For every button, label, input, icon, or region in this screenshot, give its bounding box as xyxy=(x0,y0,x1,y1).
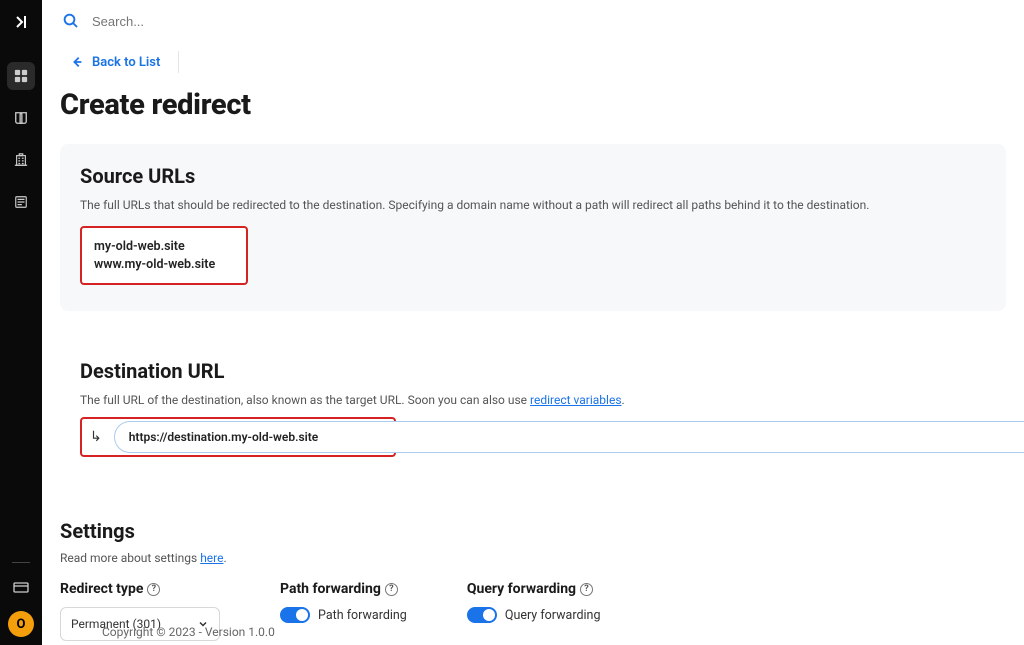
path-forwarding-toggle-text: Path forwarding xyxy=(318,608,407,623)
help-icon[interactable]: ? xyxy=(385,583,398,596)
sidebar: O xyxy=(0,0,42,645)
redirect-variables-link[interactable]: redirect variables xyxy=(530,393,621,407)
destination-url-input[interactable]: https://destination.my-old-web.site xyxy=(114,421,1024,453)
building-icon xyxy=(14,153,28,167)
sidebar-item-billing[interactable] xyxy=(9,575,33,599)
content: Create redirect Source URLs The full URL… xyxy=(42,82,1024,645)
newspaper-icon xyxy=(14,195,28,209)
sidebar-toggle[interactable] xyxy=(9,10,33,34)
query-forwarding-toggle[interactable] xyxy=(467,607,497,623)
sidebar-item-docs[interactable] xyxy=(7,104,35,132)
footer-text: Copyright © 2023 - Version 1.0.0 xyxy=(102,625,275,639)
sidebar-item-news[interactable] xyxy=(7,188,35,216)
sidebar-item-dashboard[interactable] xyxy=(7,62,35,90)
query-forwarding-toggle-row: Query forwarding xyxy=(467,607,601,623)
main: Back to List Create redirect Source URLs… xyxy=(42,0,1024,645)
page-title: Create redirect xyxy=(60,88,1006,122)
sidebar-item-infrastructure[interactable] xyxy=(7,146,35,174)
settings-help-link[interactable]: here xyxy=(200,551,223,565)
sub-header: Back to List xyxy=(42,42,1024,82)
path-forwarding-label: Path forwarding ? xyxy=(280,581,407,597)
source-desc: The full URLs that should be redirected … xyxy=(80,196,986,214)
source-urls-section: Source URLs The full URLs that should be… xyxy=(60,144,1006,311)
path-forwarding-toggle[interactable] xyxy=(280,607,310,623)
settings-desc: Read more about settings here. xyxy=(60,549,1006,567)
vertical-divider xyxy=(178,51,179,73)
sidebar-bottom: O xyxy=(0,562,42,637)
redirect-type-label: Redirect type ? xyxy=(60,581,220,597)
search-input[interactable] xyxy=(92,14,292,29)
destination-title: Destination URL xyxy=(80,359,986,383)
settings-title: Settings xyxy=(60,519,1006,543)
query-forwarding-label: Query forwarding ? xyxy=(467,581,601,597)
arrow-left-icon xyxy=(70,55,84,69)
source-urls-input[interactable]: my-old-web.site www.my-old-web.site xyxy=(80,226,248,285)
chevron-right-bar-icon xyxy=(13,14,29,30)
destination-section: Destination URL The full URL of the dest… xyxy=(60,339,1006,491)
destination-desc: The full URL of the destination, also kn… xyxy=(80,391,986,409)
topbar xyxy=(42,0,1024,42)
help-icon[interactable]: ? xyxy=(147,583,160,596)
path-forwarding-toggle-row: Path forwarding xyxy=(280,607,407,623)
destination-highlight: ↳ https://destination.my-old-web.site xyxy=(80,417,396,457)
subdirectory-arrow-icon: ↳ xyxy=(90,429,102,445)
source-url-line: my-old-web.site xyxy=(94,238,234,256)
query-forwarding-toggle-text: Query forwarding xyxy=(505,608,601,623)
path-forwarding-col: Path forwarding ? Path forwarding xyxy=(280,581,407,641)
dashboard-icon xyxy=(14,69,28,83)
back-label: Back to List xyxy=(92,55,160,70)
back-to-list-link[interactable]: Back to List xyxy=(70,55,160,70)
query-forwarding-col: Query forwarding ? Query forwarding xyxy=(467,581,601,641)
source-title: Source URLs xyxy=(80,164,986,188)
book-icon xyxy=(14,111,28,125)
help-icon[interactable]: ? xyxy=(580,583,593,596)
sidebar-divider xyxy=(12,562,30,563)
search-icon xyxy=(62,12,80,30)
source-url-line: www.my-old-web.site xyxy=(94,256,234,274)
avatar[interactable]: O xyxy=(8,611,34,637)
card-icon xyxy=(13,579,29,595)
